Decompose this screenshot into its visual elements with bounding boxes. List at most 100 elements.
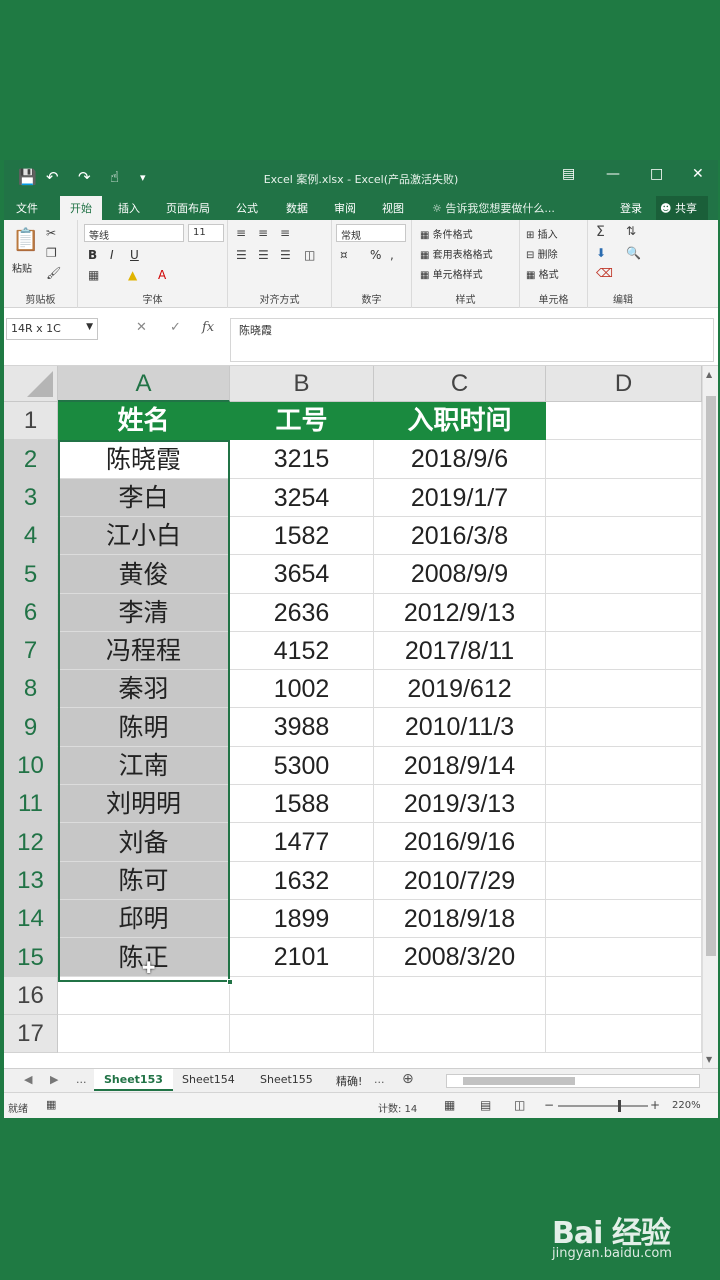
cell-c16[interactable]	[374, 977, 546, 1015]
tab-view[interactable]: 视图	[382, 200, 404, 216]
row-header-9[interactable]: 9	[4, 708, 58, 747]
row-header-15[interactable]: 15	[4, 938, 58, 977]
sheet-tab-154[interactable]: Sheet154	[172, 1069, 245, 1091]
cell-b2[interactable]: 3215	[230, 440, 374, 479]
cell-d10[interactable]	[546, 747, 702, 785]
select-all-button[interactable]	[4, 366, 58, 402]
align-top-icon[interactable]: ≡	[236, 226, 246, 240]
vertical-scrollbar[interactable]: ▲ ▼	[702, 366, 718, 1068]
tab-file[interactable]: 文件	[16, 200, 38, 216]
merge-center-icon[interactable]: ◫	[304, 248, 315, 262]
copy-icon[interactable]: ❐	[46, 246, 57, 260]
align-left-icon[interactable]: ☰	[236, 248, 247, 262]
ribbon-display-icon[interactable]: ▤	[562, 166, 575, 182]
zoom-level[interactable]: 220%	[672, 1100, 701, 1111]
cell-a8[interactable]: 秦羽	[58, 670, 230, 708]
cell-b4[interactable]: 1582	[230, 517, 374, 555]
cell-a5[interactable]: 黄俊	[58, 555, 230, 594]
format-cells-button[interactable]: ▦ 格式	[526, 266, 559, 281]
border-icon[interactable]: ▦	[88, 268, 99, 282]
cell-a4[interactable]: 江小白	[58, 517, 230, 555]
cell-a11[interactable]: 刘明明	[58, 785, 230, 823]
login-link[interactable]: 登录	[620, 200, 642, 216]
row-header-17[interactable]: 17	[4, 1015, 58, 1053]
cell-a1[interactable]: 姓名	[58, 402, 230, 440]
tab-insert[interactable]: 插入	[118, 200, 140, 216]
cell-a17[interactable]	[58, 1015, 230, 1053]
macro-record-icon[interactable]: ▦	[46, 1098, 56, 1111]
cell-d16[interactable]	[546, 977, 702, 1015]
zoom-slider-thumb[interactable]	[618, 1100, 621, 1112]
cell-d4[interactable]	[546, 517, 702, 555]
tell-me-box[interactable]: ☼ 告诉我您想要做什么...	[432, 200, 555, 216]
sort-filter-icon[interactable]: ⇅	[626, 224, 636, 238]
row-header-11[interactable]: 11	[4, 785, 58, 823]
row-header-7[interactable]: 7	[4, 632, 58, 670]
vertical-scroll-thumb[interactable]	[706, 396, 716, 956]
cell-b13[interactable]: 1632	[230, 862, 374, 900]
percent-button[interactable]: %	[370, 248, 381, 262]
cell-styles-button[interactable]: ▦ 单元格样式	[420, 266, 483, 281]
cell-c10[interactable]: 2018/9/14	[374, 747, 546, 785]
add-sheet-icon[interactable]: ⊕	[392, 1069, 424, 1091]
cell-a7[interactable]: 冯程程	[58, 632, 230, 670]
cell-d17[interactable]	[546, 1015, 702, 1053]
cell-d8[interactable]	[546, 670, 702, 708]
formula-input[interactable]: 陈晓霞	[230, 318, 714, 362]
row-header-6[interactable]: 6	[4, 594, 58, 632]
row-header-4[interactable]: 4	[4, 517, 58, 555]
row-header-3[interactable]: 3	[4, 479, 58, 517]
zoom-out-icon[interactable]: −	[544, 1098, 554, 1112]
name-box[interactable]: 14R x 1C ▼	[6, 318, 98, 340]
cell-d12[interactable]	[546, 823, 702, 862]
cell-c3[interactable]: 2019/1/7	[374, 479, 546, 517]
cell-b8[interactable]: 1002	[230, 670, 374, 708]
page-layout-view-icon[interactable]: ▤	[480, 1098, 491, 1112]
cell-c9[interactable]: 2010/11/3	[374, 708, 546, 747]
cell-d14[interactable]	[546, 900, 702, 938]
cell-d15[interactable]	[546, 938, 702, 977]
zoom-slider[interactable]	[558, 1100, 648, 1112]
cell-c17[interactable]	[374, 1015, 546, 1053]
comma-icon[interactable]: ,	[390, 248, 394, 262]
font-name-select[interactable]: 等线	[84, 224, 184, 242]
cell-c14[interactable]: 2018/9/18	[374, 900, 546, 938]
cell-a13[interactable]: 陈可	[58, 862, 230, 900]
tab-review[interactable]: 审阅	[334, 200, 356, 216]
fill-color-icon[interactable]: ▲	[128, 268, 137, 282]
row-header-14[interactable]: 14	[4, 900, 58, 938]
more-sheets-left[interactable]: ...	[66, 1069, 97, 1091]
cell-b3[interactable]: 3254	[230, 479, 374, 517]
scroll-down-icon[interactable]: ▼	[706, 1055, 712, 1064]
row-header-5[interactable]: 5	[4, 555, 58, 594]
align-bottom-icon[interactable]: ≡	[280, 226, 290, 240]
cell-d7[interactable]	[546, 632, 702, 670]
cell-c2[interactable]: 2018/9/6	[374, 440, 546, 479]
cell-c12[interactable]: 2016/9/16	[374, 823, 546, 862]
cell-d6[interactable]	[546, 594, 702, 632]
align-middle-icon[interactable]: ≡	[258, 226, 268, 240]
cell-c11[interactable]: 2019/3/13	[374, 785, 546, 823]
cut-icon[interactable]: ✂	[46, 226, 56, 240]
accounting-icon[interactable]: ¤	[340, 248, 348, 262]
cell-b7[interactable]: 4152	[230, 632, 374, 670]
cell-c1[interactable]: 入职时间	[374, 402, 546, 440]
align-right-icon[interactable]: ☰	[280, 248, 291, 262]
fill-icon[interactable]: ⬇	[596, 246, 606, 260]
cell-d9[interactable]	[546, 708, 702, 747]
sheet-tab-155[interactable]: Sheet155	[250, 1069, 323, 1091]
cell-c5[interactable]: 2008/9/9	[374, 555, 546, 594]
paste-icon[interactable]: 📋	[12, 228, 39, 253]
cell-a16[interactable]	[58, 977, 230, 1015]
cell-d5[interactable]	[546, 555, 702, 594]
row-header-13[interactable]: 13	[4, 862, 58, 900]
clear-icon[interactable]: ⌫	[596, 266, 613, 280]
cell-b6[interactable]: 2636	[230, 594, 374, 632]
cell-c7[interactable]: 2017/8/11	[374, 632, 546, 670]
minimize-icon[interactable]: —	[606, 166, 620, 182]
tab-page-layout[interactable]: 页面布局	[166, 200, 210, 216]
align-center-icon[interactable]: ☰	[258, 248, 269, 262]
cell-b11[interactable]: 1588	[230, 785, 374, 823]
tab-formulas[interactable]: 公式	[236, 200, 258, 216]
horizontal-scroll-thumb[interactable]	[463, 1077, 575, 1085]
